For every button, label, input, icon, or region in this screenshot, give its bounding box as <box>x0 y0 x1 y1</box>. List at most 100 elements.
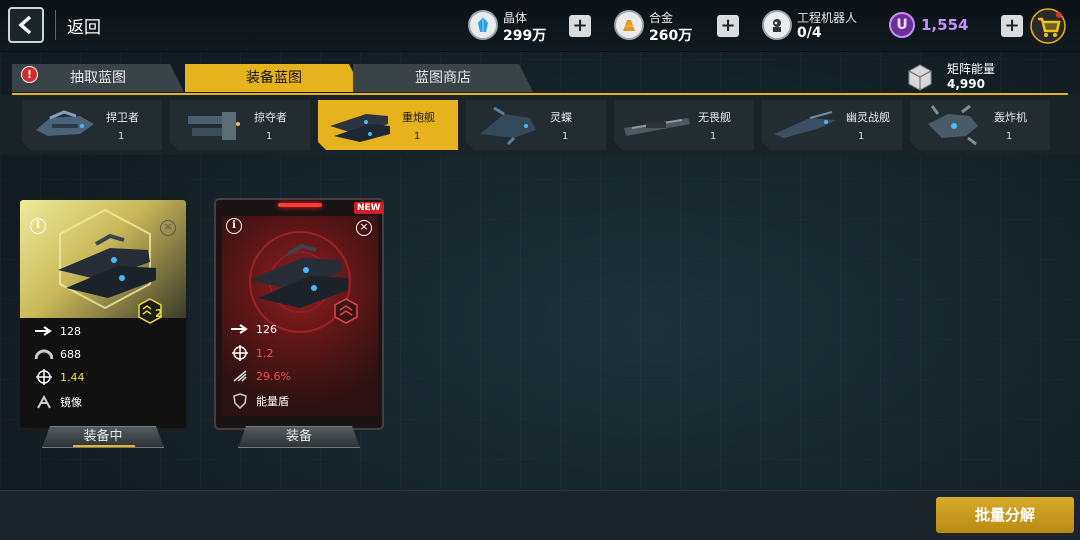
equip-button-label: 装备 <box>285 429 312 444</box>
bulk-disassemble-button[interactable]: 批量分解 <box>936 497 1074 533</box>
info-icon[interactable]: i <box>30 218 46 234</box>
alloy-label: 合金 <box>649 11 674 25</box>
blueprint-tabs: 抽取蓝图 ! 装备蓝图 蓝图商店 <box>12 64 552 94</box>
premium-currency-value: 1,554 <box>921 16 969 34</box>
ship-thumbnail <box>474 104 544 146</box>
blueprint-card-new[interactable]: NEW i × 126 1.2 29.6% 能量盾 装备 <box>214 198 384 443</box>
crit-icon <box>230 369 250 383</box>
crystal-value: 299万 <box>503 28 547 44</box>
ship-thumbnail <box>178 104 248 146</box>
stat-value: 1.44 <box>60 370 85 384</box>
ship-category-defender[interactable]: 捍卫者 1 <box>22 100 162 150</box>
ship-name: 幽灵战舰 <box>846 111 890 124</box>
crosshair-icon <box>34 369 54 385</box>
stat-value: 29.6% <box>256 369 291 383</box>
add-alloy-button[interactable]: + <box>717 15 739 37</box>
ship-count: 1 <box>858 131 865 142</box>
mirror-skill-icon <box>34 395 54 409</box>
crystal-label: 晶体 <box>503 11 528 25</box>
bottom-bar <box>0 490 1080 540</box>
equipped-button[interactable]: 装备中 <box>42 426 164 448</box>
ship-count: 1 <box>562 131 569 142</box>
card-body: i × 2 128 688 1.44 镜像 <box>18 198 188 430</box>
matrix-cube-icon <box>908 64 932 91</box>
speed-arrow-icon <box>230 322 250 336</box>
shop-cart-button[interactable] <box>1030 8 1066 44</box>
new-badge: NEW <box>354 202 384 214</box>
stat-skill: 镜像 <box>34 393 82 411</box>
speed-arrow-icon <box>34 324 54 338</box>
card-body: i × 126 1.2 29.6% 能量盾 <box>214 198 384 430</box>
equip-button[interactable]: 装备 <box>238 426 360 448</box>
close-icon[interactable]: × <box>356 220 372 236</box>
ship-category-spirit-butterfly[interactable]: 灵蝶 1 <box>466 100 606 150</box>
equipped-indicator <box>73 445 135 447</box>
info-icon[interactable]: i <box>226 218 242 234</box>
energy-shield-icon <box>230 393 250 409</box>
stat-value: 126 <box>256 322 277 336</box>
ship-name: 掠夺者 <box>254 111 287 124</box>
rank-number: 2 <box>155 307 163 320</box>
ship-category-ghost-warship[interactable]: 幽灵战舰 1 <box>762 100 902 150</box>
ship-name: 灵蝶 <box>550 111 572 124</box>
ship-category-strip: 捍卫者 1 掠夺者 1 重炮舰 1 灵蝶 1 无畏舰 1 幽灵战舰 1 轰炸机 … <box>0 95 1080 155</box>
matrix-energy: 矩阵能量 4,990 <box>905 60 1025 94</box>
ship-thumbnail <box>622 104 692 146</box>
ship-category-raider[interactable]: 掠夺者 1 <box>170 100 310 150</box>
stat-value: 128 <box>60 324 81 338</box>
blueprint-card-equipped[interactable]: i × 2 128 688 1.44 镜像 装备中 <box>18 198 188 443</box>
rank-badge-icon <box>334 298 358 324</box>
crosshair-icon <box>230 345 250 361</box>
alloy-value: 260万 <box>649 28 693 44</box>
stat-value: 能量盾 <box>256 395 289 408</box>
close-icon[interactable]: × <box>160 220 176 236</box>
ship-thumbnail <box>326 104 396 146</box>
crystal-icon <box>468 10 498 40</box>
matrix-energy-value: 4,990 <box>947 77 985 91</box>
ship-category-heavy-artillery[interactable]: 重炮舰 1 <box>318 100 458 150</box>
ship-count: 1 <box>118 131 125 142</box>
alert-icon: ! <box>21 66 38 83</box>
tab-equip-blueprint[interactable]: 装备蓝图 <box>185 64 363 92</box>
add-crystal-button[interactable]: + <box>569 15 591 37</box>
status-light <box>278 203 322 207</box>
ship-count: 1 <box>266 131 273 142</box>
back-label[interactable]: 返回 <box>67 13 101 38</box>
ship-thumbnail <box>770 104 840 146</box>
robot-icon <box>762 10 792 40</box>
alloy-icon <box>614 10 644 40</box>
tab-draw-blueprint-label: 抽取蓝图 <box>70 70 126 86</box>
stat-skill: 能量盾 <box>230 392 289 410</box>
ship-category-dreadnought[interactable]: 无畏舰 1 <box>614 100 754 150</box>
ship-thumbnail <box>918 104 988 146</box>
matrix-energy-label: 矩阵能量 <box>947 62 996 76</box>
back-button[interactable] <box>8 7 44 43</box>
ship-name: 重炮舰 <box>402 111 435 124</box>
stat-crit: 29.6% <box>230 367 291 385</box>
stat-value: 镜像 <box>60 396 82 409</box>
ship-category-bomber[interactable]: 轰炸机 1 <box>910 100 1050 150</box>
ship-name: 轰炸机 <box>994 111 1027 124</box>
armor-icon <box>34 347 54 361</box>
robot-value: 0/4 <box>797 25 822 41</box>
stat-fire-rate: 1.2 <box>230 344 274 362</box>
ship-count: 1 <box>1006 131 1013 142</box>
divider <box>55 10 56 40</box>
cart-icon <box>1030 8 1066 44</box>
tab-draw-blueprint[interactable]: 抽取蓝图 <box>12 64 184 92</box>
tab-blueprint-shop[interactable]: 蓝图商店 <box>353 64 533 92</box>
chevron-left-icon <box>18 15 32 35</box>
ship-thumbnail <box>30 104 100 146</box>
stat-speed: 128 <box>34 322 81 340</box>
ship-count: 1 <box>710 131 717 142</box>
equipped-button-label: 装备中 <box>83 429 123 444</box>
u-coin-icon: U <box>889 12 915 38</box>
tab-equip-blueprint-label: 装备蓝图 <box>246 70 302 86</box>
add-premium-button[interactable]: + <box>1001 15 1023 37</box>
stat-fire-rate: 1.44 <box>34 368 85 386</box>
ship-count: 1 <box>414 131 421 142</box>
top-bar: 返回 晶体 299万 + 合金 260万 + 工程机器人 0/4 U 1,554… <box>0 0 1080 52</box>
ship-name: 捍卫者 <box>106 111 139 124</box>
stat-value: 688 <box>60 347 81 361</box>
tab-blueprint-shop-label: 蓝图商店 <box>415 70 471 86</box>
